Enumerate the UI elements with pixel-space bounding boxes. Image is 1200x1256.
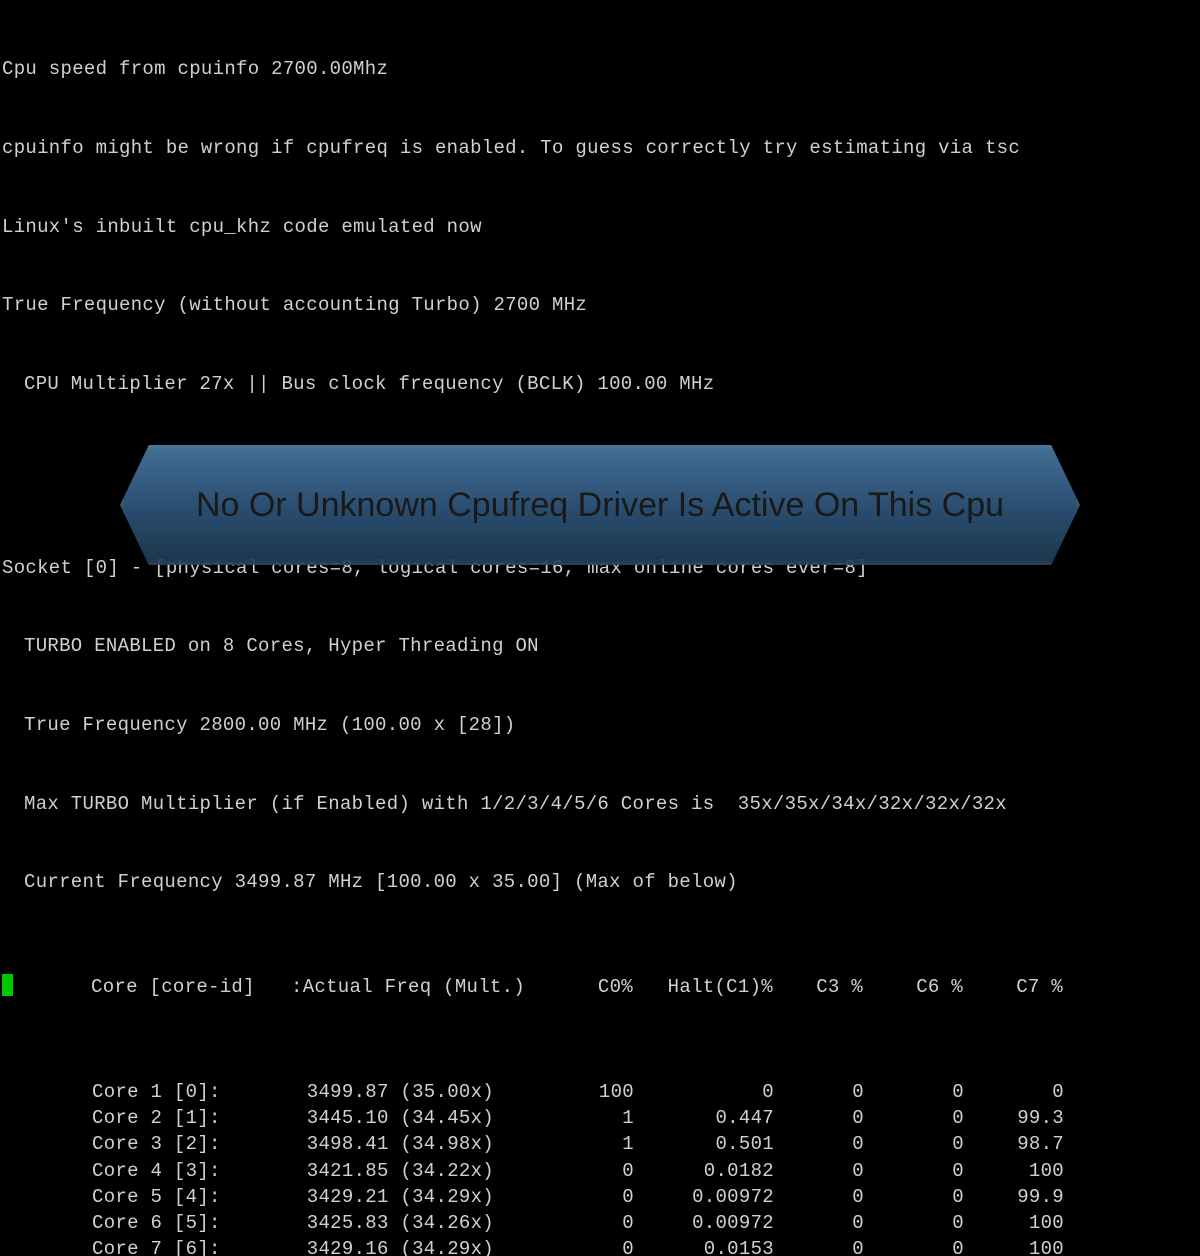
cell-c0: 100 bbox=[554, 1079, 634, 1105]
cell-core: Core 7 [6]: bbox=[92, 1236, 292, 1256]
cell-freq: 3429.16 (34.29x) bbox=[292, 1236, 554, 1256]
line-turbo-enabled: TURBO ENABLED on 8 Cores, Hyper Threadin… bbox=[2, 633, 1198, 659]
cell-c3: 0 bbox=[774, 1236, 864, 1256]
cell-halt: 0.00972 bbox=[634, 1184, 774, 1210]
cell-c7: 100 bbox=[964, 1210, 1064, 1236]
cell-c6: 0 bbox=[864, 1105, 964, 1131]
cell-c6: 0 bbox=[864, 1131, 964, 1157]
cell-halt: 0 bbox=[634, 1079, 774, 1105]
core-table-row: Core 3 [2]:3498.41 (34.98x)10.5010098.7 bbox=[2, 1131, 1198, 1157]
cell-freq: 3445.10 (34.45x) bbox=[292, 1105, 554, 1131]
col-header-halt: Halt(C1)% bbox=[633, 974, 773, 1000]
line-multiplier: CPU Multiplier 27x || Bus clock frequenc… bbox=[2, 371, 1198, 397]
core-table-body: Core 1 [0]:3499.87 (35.00x)1000000Core 2… bbox=[2, 1079, 1198, 1256]
cell-halt: 0.0182 bbox=[634, 1158, 774, 1184]
cell-c6: 0 bbox=[864, 1236, 964, 1256]
cell-c0: 0 bbox=[554, 1236, 634, 1256]
line-true-freq-2: True Frequency 2800.00 MHz (100.00 x [28… bbox=[2, 712, 1198, 738]
col-header-core: Core [core-id] bbox=[91, 974, 291, 1000]
core-table-row: Core 5 [4]:3429.21 (34.29x)00.009720099.… bbox=[2, 1184, 1198, 1210]
cell-core: Core 3 [2]: bbox=[92, 1131, 292, 1157]
core-table-row: Core 6 [5]:3425.83 (34.26x)00.0097200100 bbox=[2, 1210, 1198, 1236]
terminal-cursor bbox=[2, 974, 13, 996]
cell-halt: 0.00972 bbox=[634, 1210, 774, 1236]
line-linux-emulated: Linux's inbuilt cpu_khz code emulated no… bbox=[2, 214, 1198, 240]
col-header-c6: C6 % bbox=[863, 974, 963, 1000]
cell-c3: 0 bbox=[774, 1131, 864, 1157]
cell-c6: 0 bbox=[864, 1210, 964, 1236]
line-current-freq: Current Frequency 3499.87 MHz [100.00 x … bbox=[2, 869, 1198, 895]
cell-c0: 1 bbox=[554, 1131, 634, 1157]
cell-halt: 0.501 bbox=[634, 1131, 774, 1157]
cell-halt: 0.0153 bbox=[634, 1236, 774, 1256]
cell-c6: 0 bbox=[864, 1184, 964, 1210]
cell-freq: 3421.85 (34.22x) bbox=[292, 1158, 554, 1184]
cell-halt: 0.447 bbox=[634, 1105, 774, 1131]
cell-c7: 98.7 bbox=[964, 1131, 1064, 1157]
cell-c3: 0 bbox=[774, 1079, 864, 1105]
cell-c0: 1 bbox=[554, 1105, 634, 1131]
cell-freq: 3425.83 (34.26x) bbox=[292, 1210, 554, 1236]
cell-c0: 0 bbox=[554, 1184, 634, 1210]
banner-overlay: No Or Unknown Cpufreq Driver Is Active O… bbox=[120, 445, 1080, 565]
cell-c7: 0 bbox=[964, 1079, 1064, 1105]
cell-core: Core 1 [0]: bbox=[92, 1079, 292, 1105]
cell-c7: 100 bbox=[964, 1236, 1064, 1256]
core-table-row: Core 1 [0]:3499.87 (35.00x)1000000 bbox=[2, 1079, 1198, 1105]
cell-c6: 0 bbox=[864, 1158, 964, 1184]
col-header-c0: C0% bbox=[553, 974, 633, 1000]
cell-core: Core 5 [4]: bbox=[92, 1184, 292, 1210]
cell-core: Core 6 [5]: bbox=[92, 1210, 292, 1236]
core-table-row: Core 4 [3]:3421.85 (34.22x)00.018200100 bbox=[2, 1158, 1198, 1184]
line-cpuspeed: Cpu speed from cpuinfo 2700.00Mhz bbox=[2, 56, 1198, 82]
terminal-output: Cpu speed from cpuinfo 2700.00Mhz cpuinf… bbox=[0, 0, 1200, 1256]
cell-core: Core 2 [1]: bbox=[92, 1105, 292, 1131]
col-header-c3: C3 % bbox=[773, 974, 863, 1000]
core-table-row: Core 2 [1]:3445.10 (34.45x)10.4470099.3 bbox=[2, 1105, 1198, 1131]
cell-c7: 99.3 bbox=[964, 1105, 1064, 1131]
cell-freq: 3429.21 (34.29x) bbox=[292, 1184, 554, 1210]
cell-c6: 0 bbox=[864, 1079, 964, 1105]
line-max-turbo: Max TURBO Multiplier (if Enabled) with 1… bbox=[2, 791, 1198, 817]
line-true-freq: True Frequency (without accounting Turbo… bbox=[2, 292, 1198, 318]
line-cpuinfo-warning: cpuinfo might be wrong if cpufreq is ena… bbox=[2, 135, 1198, 161]
cell-c3: 0 bbox=[774, 1210, 864, 1236]
col-header-freq: :Actual Freq (Mult.) bbox=[291, 974, 553, 1000]
cell-c3: 0 bbox=[774, 1184, 864, 1210]
cell-c3: 0 bbox=[774, 1105, 864, 1131]
cell-c0: 0 bbox=[554, 1210, 634, 1236]
cell-core: Core 4 [3]: bbox=[92, 1158, 292, 1184]
cell-c7: 100 bbox=[964, 1158, 1064, 1184]
core-table-header: Core [core-id] :Actual Freq (Mult.) C0% … bbox=[13, 974, 1063, 1000]
cell-c0: 0 bbox=[554, 1158, 634, 1184]
core-table-row: Core 7 [6]:3429.16 (34.29x)00.015300100 bbox=[2, 1236, 1198, 1256]
banner-text: No Or Unknown Cpufreq Driver Is Active O… bbox=[196, 479, 1004, 532]
col-header-c7: C7 % bbox=[963, 974, 1063, 1000]
cell-freq: 3499.87 (35.00x) bbox=[292, 1079, 554, 1105]
cell-c7: 99.9 bbox=[964, 1184, 1064, 1210]
cell-c3: 0 bbox=[774, 1158, 864, 1184]
cell-freq: 3498.41 (34.98x) bbox=[292, 1131, 554, 1157]
